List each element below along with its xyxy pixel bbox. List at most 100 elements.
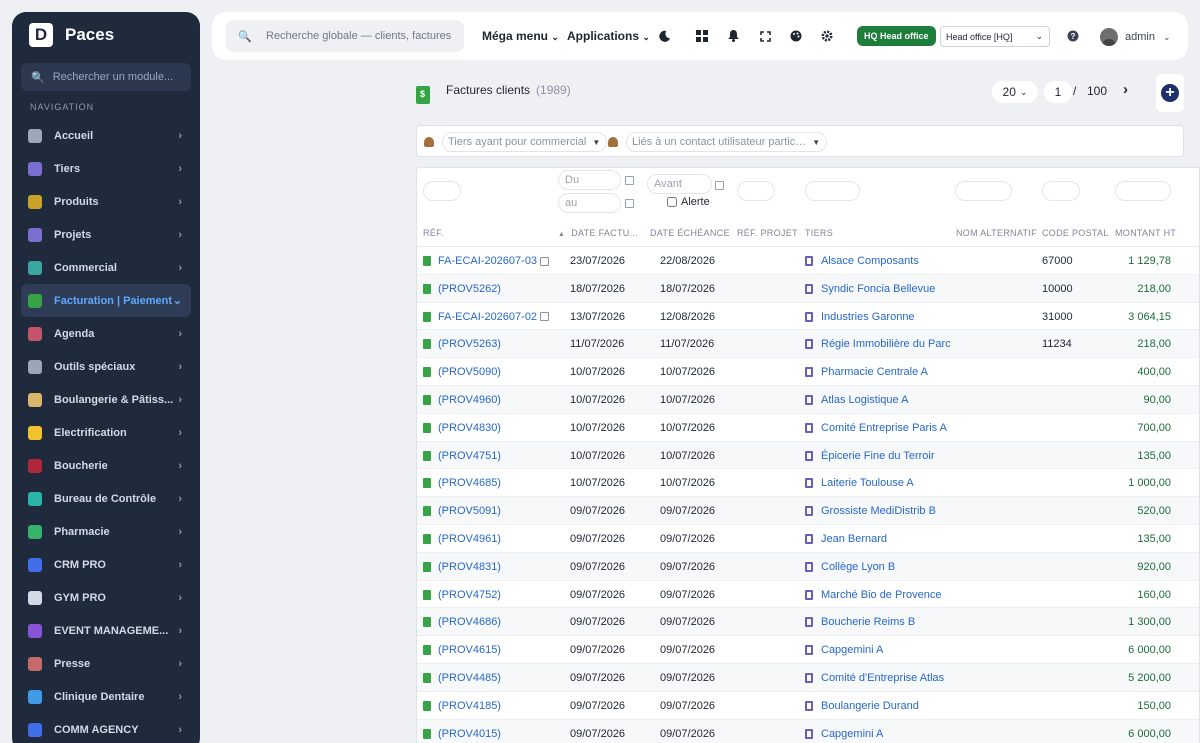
table-row[interactable]: (PROV4831) 09/07/2026 09/07/2026 Collège Ly…	[417, 552, 1199, 581]
tiers-link[interactable]: Atlas Logistique A	[805, 394, 908, 406]
table-row[interactable]: (PROV4751) 10/07/2026 10/07/2026 Épicerie F…	[417, 441, 1199, 470]
office-select[interactable]: Head office [HQ] ⌄	[940, 26, 1050, 47]
tiers-link[interactable]: Marché Bio de Provence	[805, 589, 941, 601]
table-row[interactable]: (PROV5091) 09/07/2026 09/07/2026 Grossiste …	[417, 497, 1199, 525]
help-button[interactable]: ?	[1064, 26, 1084, 46]
tiers-link[interactable]: Épicerie Fine du Terroir	[805, 450, 935, 462]
sidebar-item-calendar[interactable]: Agenda ›	[12, 317, 200, 350]
sidebar-item-dumbbell[interactable]: GYM PRO ›	[12, 581, 200, 614]
table-row[interactable]: (PROV4685) 10/07/2026 10/07/2026 Laiterie T…	[417, 469, 1199, 498]
tiers-link[interactable]: Alsace Composants	[805, 255, 919, 267]
sidebar-item-tooth[interactable]: Clinique Dentaire ›	[12, 680, 200, 713]
note-icon[interactable]	[540, 256, 550, 266]
note-icon[interactable]	[540, 312, 550, 322]
sidebar-item-newspaper[interactable]: Presse ›	[12, 647, 200, 680]
per-page-select[interactable]: 20 ⌄	[992, 81, 1038, 103]
table-row[interactable]: FA-ECAI-202607-03 23/07/2026 22/08/2026 Als…	[417, 247, 1199, 275]
alt-name-filter-input[interactable]	[955, 181, 1012, 201]
invoice-ref-link[interactable]: (PROV4751)	[423, 450, 501, 462]
invoice-ref-link[interactable]: (PROV4015)	[423, 728, 501, 740]
brand[interactable]: D Paces	[12, 12, 200, 58]
sidebar-item-funnel[interactable]: COMM AGENCY ›	[12, 713, 200, 743]
tiers-link[interactable]: Régie Immobilière du Parc	[805, 338, 951, 350]
invoice-ref-link[interactable]: (PROV4185)	[423, 700, 501, 712]
invoice-ref-link[interactable]: (PROV4685)	[423, 477, 501, 489]
dark-mode-toggle[interactable]	[654, 26, 674, 46]
page-input[interactable]: 1	[1044, 81, 1072, 103]
hq-badge[interactable]: HQ Head office	[857, 26, 936, 46]
calendar-icon[interactable]	[625, 176, 634, 185]
table-row[interactable]: (PROV4960) 10/07/2026 10/07/2026 Atlas Logi…	[417, 385, 1199, 414]
calendar-icon[interactable]	[625, 199, 634, 208]
calendar-icon[interactable]	[715, 181, 724, 190]
sidebar-item-shield[interactable]: Bureau de Contrôle ›	[12, 482, 200, 515]
tiers-link[interactable]: Industries Garonne	[805, 311, 915, 323]
user-menu[interactable]: admin ⌄	[1100, 28, 1171, 46]
invoice-ref-link[interactable]: (PROV4961)	[423, 533, 501, 545]
table-row[interactable]: (PROV4752) 09/07/2026 09/07/2026 Marché Bio…	[417, 580, 1199, 609]
applications-button[interactable]: Applications ⌄	[567, 29, 650, 43]
invoice-ref-link[interactable]: (PROV4831)	[423, 561, 501, 573]
sidebar-item-home[interactable]: Accueil ›	[12, 119, 200, 152]
tiers-link[interactable]: Collège Lyon B	[805, 561, 895, 573]
notifications-button[interactable]	[723, 26, 743, 46]
sidebar-item-building[interactable]: Tiers ›	[12, 152, 200, 185]
date-from-input[interactable]: Du	[558, 170, 621, 190]
sidebar-item-bread[interactable]: Boulangerie & Pâtiss... ›	[12, 383, 200, 416]
alert-filter[interactable]: Alerte	[667, 196, 710, 208]
column-ref[interactable]: Réf.	[423, 228, 444, 238]
invoice-ref-link[interactable]: (PROV4960)	[423, 394, 501, 406]
alert-checkbox[interactable]	[667, 197, 677, 207]
table-row[interactable]: (PROV4015) 09/07/2026 09/07/2026 Capgemini …	[417, 719, 1199, 743]
tiers-link[interactable]: Pharmacie Centrale A	[805, 366, 928, 378]
invoice-ref-link[interactable]: (PROV5090)	[423, 366, 501, 378]
tiers-link[interactable]: Syndic Foncia Bellevue	[805, 283, 935, 295]
commercial-filter[interactable]: Tiers ayant pour commercial ▼	[424, 132, 608, 152]
project-filter-input[interactable]	[737, 181, 775, 201]
table-row[interactable]: (PROV4615) 09/07/2026 09/07/2026 Capgemini …	[417, 636, 1199, 664]
sidebar-item-invoice[interactable]: Facturation | Paiement ⌄	[21, 284, 191, 317]
sidebar-item-bolt[interactable]: Electrification ›	[12, 416, 200, 449]
tiers-link[interactable]: Comité d'Entreprise Atlas	[805, 672, 944, 684]
tiers-filter-input[interactable]	[805, 181, 860, 201]
sidebar-item-meat[interactable]: Boucherie ›	[12, 449, 200, 482]
postal-filter-input[interactable]	[1042, 181, 1080, 201]
column-postal-code[interactable]: Code postal	[1042, 228, 1109, 238]
sidebar-item-ticket[interactable]: EVENT MANAGEME... ›	[12, 614, 200, 647]
tiers-link[interactable]: Capgemini A	[805, 728, 883, 740]
contact-filter[interactable]: Liés à un contact utilisateur partic… ▼	[608, 132, 828, 152]
table-row[interactable]: FA-ECAI-202607-02 13/07/2026 12/08/2026 Ind…	[417, 302, 1199, 331]
invoice-ref-link[interactable]: (PROV4830)	[423, 422, 501, 434]
tiers-link[interactable]: Comité Entreprise Paris A	[805, 422, 947, 434]
table-row[interactable]: (PROV4185) 09/07/2026 09/07/2026 Boulangeri…	[417, 691, 1199, 720]
sidebar-item-network[interactable]: Projets ›	[12, 218, 200, 251]
invoice-ref-link[interactable]: (PROV4686)	[423, 616, 501, 628]
fullscreen-button[interactable]	[755, 26, 775, 46]
mega-menu-button[interactable]: Méga menu ⌄	[482, 29, 559, 43]
table-row[interactable]: (PROV4961) 09/07/2026 09/07/2026 Jean Berna…	[417, 524, 1199, 553]
tiers-link[interactable]: Boucherie Reims B	[805, 616, 915, 628]
date-to-input[interactable]: au	[558, 193, 621, 213]
table-row[interactable]: (PROV4686) 09/07/2026 09/07/2026 Boucherie …	[417, 608, 1199, 637]
invoice-ref-link[interactable]: (PROV4752)	[423, 589, 501, 601]
settings-button[interactable]	[817, 26, 837, 46]
invoice-ref-link[interactable]: (PROV5091)	[423, 505, 501, 517]
invoice-ref-link[interactable]: FA-ECAI-202607-03	[423, 255, 550, 267]
table-row[interactable]: (PROV5262) 18/07/2026 18/07/2026 Syndic Fon…	[417, 274, 1199, 303]
invoice-ref-link[interactable]: (PROV4615)	[423, 644, 501, 656]
global-search-input[interactable]	[266, 30, 451, 42]
invoice-ref-link[interactable]: (PROV5262)	[423, 283, 501, 295]
module-search[interactable]: 🔍	[21, 63, 193, 91]
due-before-input[interactable]: Avant	[647, 174, 712, 194]
apps-grid-button[interactable]	[692, 26, 712, 46]
invoice-ref-link[interactable]: (PROV4485)	[423, 672, 501, 684]
tiers-link[interactable]: Grossiste MediDistrib B	[805, 505, 936, 517]
tiers-link[interactable]: Boulangerie Durand	[805, 700, 919, 712]
sidebar-item-box[interactable]: Produits ›	[12, 185, 200, 218]
theme-button[interactable]	[786, 26, 806, 46]
table-row[interactable]: (PROV5090) 10/07/2026 10/07/2026 Pharmacie …	[417, 358, 1199, 386]
column-invoice-date[interactable]: ▲ Date factu...	[558, 228, 638, 238]
column-amount-ht[interactable]: Montant HT	[1115, 228, 1176, 238]
invoice-ref-link[interactable]: (PROV5263)	[423, 338, 501, 350]
global-search[interactable]: 🔍	[226, 20, 464, 52]
